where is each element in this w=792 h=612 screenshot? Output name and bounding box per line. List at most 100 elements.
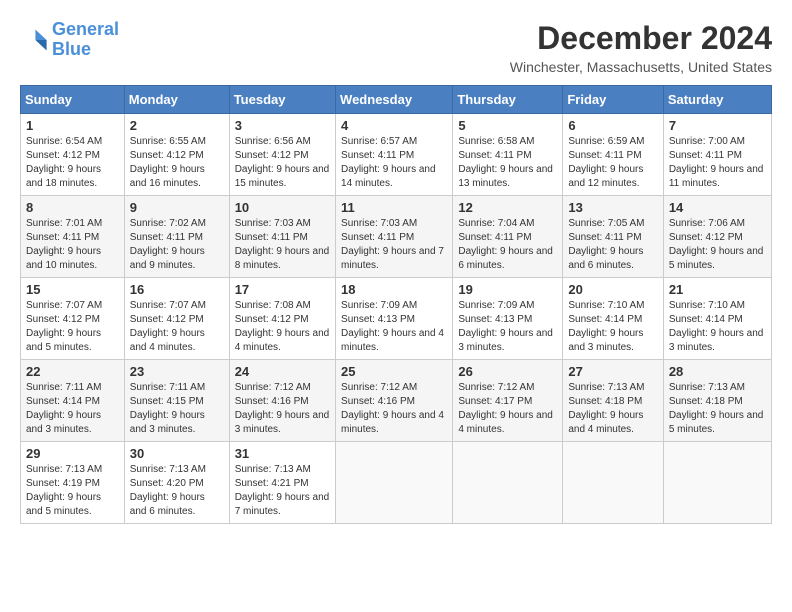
day-info: Sunrise: 7:06 AM Sunset: 4:12 PM Dayligh… — [669, 217, 766, 273]
day-info: Sunrise: 7:10 AM Sunset: 4:14 PM Dayligh… — [568, 299, 657, 355]
day-info: Sunrise: 6:59 AM Sunset: 4:11 PM Dayligh… — [568, 135, 657, 191]
day-number: 8 — [26, 200, 119, 215]
day-cell: 18 Sunrise: 7:09 AM Sunset: 4:13 PM Dayl… — [336, 278, 453, 360]
day-cell: 13 Sunrise: 7:05 AM Sunset: 4:11 PM Dayl… — [563, 196, 663, 278]
day-cell — [453, 442, 563, 524]
day-info: Sunrise: 6:58 AM Sunset: 4:11 PM Dayligh… — [458, 135, 557, 191]
day-cell: 26 Sunrise: 7:12 AM Sunset: 4:17 PM Dayl… — [453, 360, 563, 442]
column-header-wednesday: Wednesday — [336, 86, 453, 114]
logo-line2: Blue — [52, 40, 119, 60]
day-cell — [336, 442, 453, 524]
day-info: Sunrise: 6:56 AM Sunset: 4:12 PM Dayligh… — [235, 135, 330, 191]
day-number: 3 — [235, 118, 330, 133]
day-info: Sunrise: 7:12 AM Sunset: 4:16 PM Dayligh… — [341, 381, 447, 437]
day-cell: 3 Sunrise: 6:56 AM Sunset: 4:12 PM Dayli… — [229, 114, 335, 196]
day-number: 13 — [568, 200, 657, 215]
day-number: 28 — [669, 364, 766, 379]
day-info: Sunrise: 6:57 AM Sunset: 4:11 PM Dayligh… — [341, 135, 447, 191]
day-info: Sunrise: 7:09 AM Sunset: 4:13 PM Dayligh… — [458, 299, 557, 355]
month-title: December 2024 — [510, 20, 772, 57]
day-cell: 8 Sunrise: 7:01 AM Sunset: 4:11 PM Dayli… — [21, 196, 125, 278]
day-info: Sunrise: 7:13 AM Sunset: 4:21 PM Dayligh… — [235, 463, 330, 519]
day-cell: 31 Sunrise: 7:13 AM Sunset: 4:21 PM Dayl… — [229, 442, 335, 524]
logo-text: General Blue — [52, 20, 119, 60]
day-number: 23 — [130, 364, 224, 379]
day-number: 1 — [26, 118, 119, 133]
day-cell: 1 Sunrise: 6:54 AM Sunset: 4:12 PM Dayli… — [21, 114, 125, 196]
column-header-thursday: Thursday — [453, 86, 563, 114]
day-number: 11 — [341, 200, 447, 215]
day-info: Sunrise: 7:07 AM Sunset: 4:12 PM Dayligh… — [26, 299, 119, 355]
day-number: 10 — [235, 200, 330, 215]
week-row-4: 22 Sunrise: 7:11 AM Sunset: 4:14 PM Dayl… — [21, 360, 772, 442]
column-header-friday: Friday — [563, 86, 663, 114]
day-number: 30 — [130, 446, 224, 461]
day-info: Sunrise: 6:55 AM Sunset: 4:12 PM Dayligh… — [130, 135, 224, 191]
day-info: Sunrise: 7:05 AM Sunset: 4:11 PM Dayligh… — [568, 217, 657, 273]
week-row-2: 8 Sunrise: 7:01 AM Sunset: 4:11 PM Dayli… — [21, 196, 772, 278]
day-cell: 12 Sunrise: 7:04 AM Sunset: 4:11 PM Dayl… — [453, 196, 563, 278]
column-header-monday: Monday — [124, 86, 229, 114]
day-number: 9 — [130, 200, 224, 215]
day-cell: 29 Sunrise: 7:13 AM Sunset: 4:19 PM Dayl… — [21, 442, 125, 524]
day-number: 31 — [235, 446, 330, 461]
day-number: 21 — [669, 282, 766, 297]
day-cell: 4 Sunrise: 6:57 AM Sunset: 4:11 PM Dayli… — [336, 114, 453, 196]
day-number: 17 — [235, 282, 330, 297]
week-row-5: 29 Sunrise: 7:13 AM Sunset: 4:19 PM Dayl… — [21, 442, 772, 524]
day-cell: 19 Sunrise: 7:09 AM Sunset: 4:13 PM Dayl… — [453, 278, 563, 360]
header-row: SundayMondayTuesdayWednesdayThursdayFrid… — [21, 86, 772, 114]
day-info: Sunrise: 7:11 AM Sunset: 4:14 PM Dayligh… — [26, 381, 119, 437]
week-row-1: 1 Sunrise: 6:54 AM Sunset: 4:12 PM Dayli… — [21, 114, 772, 196]
day-number: 4 — [341, 118, 447, 133]
day-info: Sunrise: 7:13 AM Sunset: 4:20 PM Dayligh… — [130, 463, 224, 519]
logo-line1: General — [52, 19, 119, 39]
day-info: Sunrise: 7:07 AM Sunset: 4:12 PM Dayligh… — [130, 299, 224, 355]
day-number: 14 — [669, 200, 766, 215]
day-cell: 5 Sunrise: 6:58 AM Sunset: 4:11 PM Dayli… — [453, 114, 563, 196]
day-cell: 30 Sunrise: 7:13 AM Sunset: 4:20 PM Dayl… — [124, 442, 229, 524]
week-row-3: 15 Sunrise: 7:07 AM Sunset: 4:12 PM Dayl… — [21, 278, 772, 360]
day-cell: 7 Sunrise: 7:00 AM Sunset: 4:11 PM Dayli… — [663, 114, 771, 196]
day-cell: 16 Sunrise: 7:07 AM Sunset: 4:12 PM Dayl… — [124, 278, 229, 360]
day-cell: 9 Sunrise: 7:02 AM Sunset: 4:11 PM Dayli… — [124, 196, 229, 278]
day-cell: 27 Sunrise: 7:13 AM Sunset: 4:18 PM Dayl… — [563, 360, 663, 442]
calendar-table: SundayMondayTuesdayWednesdayThursdayFrid… — [20, 85, 772, 524]
day-number: 26 — [458, 364, 557, 379]
day-number: 25 — [341, 364, 447, 379]
day-number: 6 — [568, 118, 657, 133]
logo-icon — [20, 26, 48, 54]
day-info: Sunrise: 7:03 AM Sunset: 4:11 PM Dayligh… — [341, 217, 447, 273]
day-info: Sunrise: 7:04 AM Sunset: 4:11 PM Dayligh… — [458, 217, 557, 273]
day-cell: 21 Sunrise: 7:10 AM Sunset: 4:14 PM Dayl… — [663, 278, 771, 360]
day-number: 5 — [458, 118, 557, 133]
day-cell: 22 Sunrise: 7:11 AM Sunset: 4:14 PM Dayl… — [21, 360, 125, 442]
day-info: Sunrise: 7:13 AM Sunset: 4:18 PM Dayligh… — [568, 381, 657, 437]
day-number: 7 — [669, 118, 766, 133]
day-cell: 28 Sunrise: 7:13 AM Sunset: 4:18 PM Dayl… — [663, 360, 771, 442]
title-block: December 2024 Winchester, Massachusetts,… — [510, 20, 772, 75]
day-cell: 2 Sunrise: 6:55 AM Sunset: 4:12 PM Dayli… — [124, 114, 229, 196]
day-number: 24 — [235, 364, 330, 379]
day-info: Sunrise: 7:13 AM Sunset: 4:18 PM Dayligh… — [669, 381, 766, 437]
day-number: 29 — [26, 446, 119, 461]
day-number: 22 — [26, 364, 119, 379]
day-number: 19 — [458, 282, 557, 297]
day-info: Sunrise: 7:11 AM Sunset: 4:15 PM Dayligh… — [130, 381, 224, 437]
day-info: Sunrise: 6:54 AM Sunset: 4:12 PM Dayligh… — [26, 135, 119, 191]
day-number: 16 — [130, 282, 224, 297]
day-cell: 11 Sunrise: 7:03 AM Sunset: 4:11 PM Dayl… — [336, 196, 453, 278]
day-cell — [663, 442, 771, 524]
day-info: Sunrise: 7:08 AM Sunset: 4:12 PM Dayligh… — [235, 299, 330, 355]
page-header: General Blue December 2024 Winchester, M… — [20, 20, 772, 75]
day-info: Sunrise: 7:10 AM Sunset: 4:14 PM Dayligh… — [669, 299, 766, 355]
day-cell: 6 Sunrise: 6:59 AM Sunset: 4:11 PM Dayli… — [563, 114, 663, 196]
day-cell: 15 Sunrise: 7:07 AM Sunset: 4:12 PM Dayl… — [21, 278, 125, 360]
day-number: 15 — [26, 282, 119, 297]
day-info: Sunrise: 7:02 AM Sunset: 4:11 PM Dayligh… — [130, 217, 224, 273]
day-number: 20 — [568, 282, 657, 297]
day-cell: 24 Sunrise: 7:12 AM Sunset: 4:16 PM Dayl… — [229, 360, 335, 442]
location: Winchester, Massachusetts, United States — [510, 59, 772, 75]
day-cell: 17 Sunrise: 7:08 AM Sunset: 4:12 PM Dayl… — [229, 278, 335, 360]
day-number: 12 — [458, 200, 557, 215]
